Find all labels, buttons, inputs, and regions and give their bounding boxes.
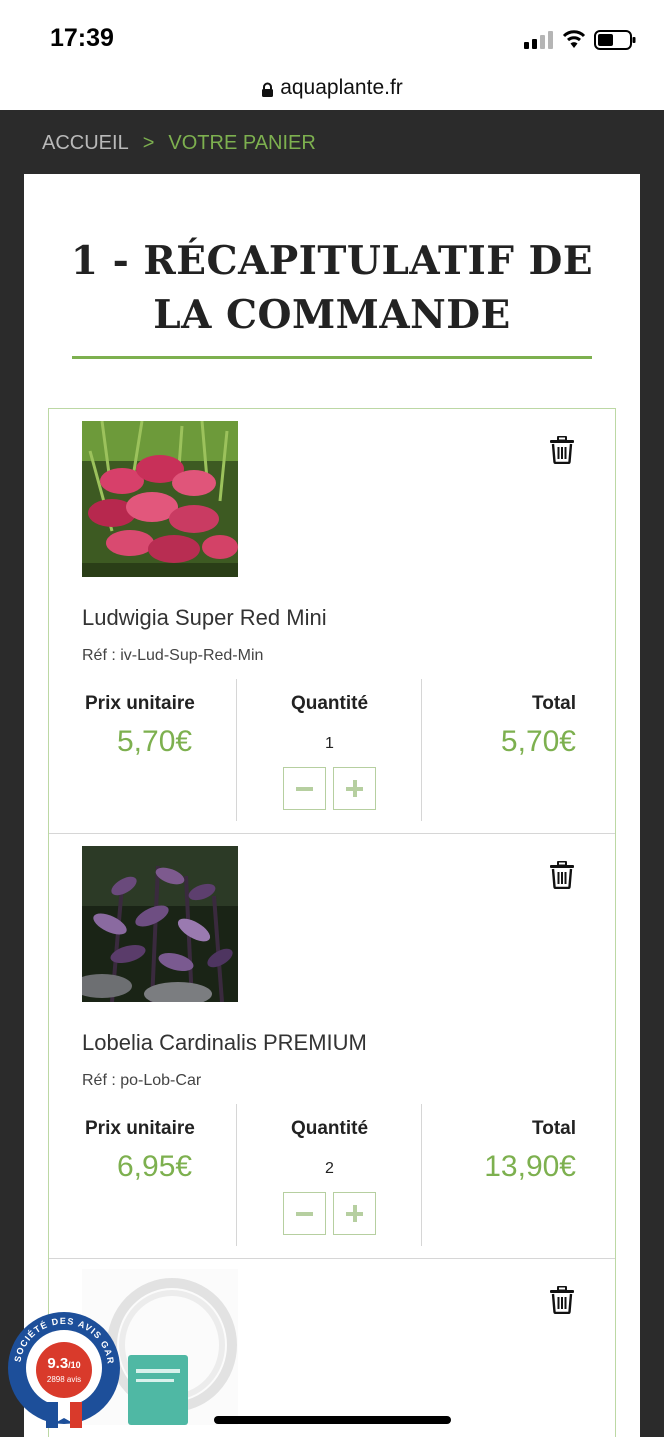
page-title-line-2: LA COMMANDE: [153, 292, 511, 338]
breadcrumb-separator: >: [142, 132, 155, 154]
cart-item: Lobelia Cardinalis PREMIUM Réf : po-Lob-…: [49, 834, 615, 1259]
total-value: 5,70€: [500, 725, 576, 758]
cart-item: [49, 1259, 615, 1437]
status-time: 17:39: [50, 24, 114, 52]
breadcrumb: ACCUEIL > VOTRE PANIER: [42, 132, 316, 155]
total-label: Total: [532, 1118, 576, 1139]
minus-icon: [296, 787, 313, 791]
increase-quantity-button[interactable]: [333, 1192, 376, 1235]
cellular-signal-icon: [524, 31, 554, 49]
product-ref: Réf : po-Lob-Car: [82, 1072, 202, 1089]
product-image[interactable]: [82, 846, 238, 1002]
trash-icon[interactable]: [549, 436, 575, 464]
unit-price-label: Prix unitaire: [85, 693, 195, 714]
increase-quantity-button[interactable]: [333, 767, 376, 810]
total-column: Total 13,90€: [422, 1104, 614, 1246]
decrease-quantity-button[interactable]: [283, 767, 326, 810]
product-name[interactable]: Lobelia Cardinalis PREMIUM: [82, 1030, 367, 1056]
cart-item: Ludwigia Super Red Mini Réf : iv-Lud-Sup…: [49, 409, 615, 834]
quantity-label: Quantité: [290, 693, 369, 714]
lock-icon: [262, 82, 274, 97]
badge-reviews-count: 2898 avis: [47, 1375, 81, 1384]
page-title: 1 - RÉCAPITULATIF DE LA COMMANDE: [24, 234, 640, 342]
decrease-quantity-button[interactable]: [283, 1192, 326, 1235]
unit-price-label: Prix unitaire: [85, 1118, 195, 1139]
page-title-line-1: 1 - RÉCAPITULATIF DE: [70, 238, 594, 284]
wifi-icon: [562, 30, 586, 48]
battery-icon: [594, 30, 636, 50]
unit-price-column: Prix unitaire 6,95€: [49, 1104, 236, 1246]
url-text: aquaplante.fr: [280, 76, 403, 99]
home-indicator[interactable]: [214, 1416, 451, 1424]
quantity-value: 2: [325, 1160, 334, 1177]
total-value: 13,90€: [484, 1150, 576, 1183]
breadcrumb-current: VOTRE PANIER: [168, 132, 316, 154]
quantity-column: Quantité 2: [236, 1104, 422, 1246]
total-column: Total 5,70€: [422, 679, 614, 821]
cart-items-list: Ludwigia Super Red Mini Réf : iv-Lud-Sup…: [48, 408, 616, 1437]
product-ref: Réf : iv-Lud-Sup-Red-Min: [82, 647, 264, 664]
price-row: Prix unitaire 5,70€ Quantité 1 Total 5,7…: [49, 679, 614, 821]
unit-price-column: Prix unitaire 5,70€: [49, 679, 236, 821]
title-divider: [72, 356, 592, 359]
trash-icon[interactable]: [549, 861, 575, 889]
badge-score: 9.3: [47, 1355, 68, 1372]
quantity-label: Quantité: [290, 1118, 369, 1139]
cart-card: 1 - RÉCAPITULATIF DE LA COMMANDE Ludwigi…: [24, 174, 640, 1437]
product-name[interactable]: Ludwigia Super Red Mini: [82, 605, 327, 631]
product-image[interactable]: [82, 421, 238, 577]
minus-icon: [296, 1212, 313, 1216]
badge-score-suffix: /10: [68, 1360, 81, 1370]
address-bar[interactable]: aquaplante.fr: [0, 70, 664, 110]
plus-icon-vertical: [353, 1205, 357, 1222]
trash-icon[interactable]: [549, 1286, 575, 1314]
breadcrumb-home-link[interactable]: ACCUEIL: [42, 132, 129, 154]
red-plant-photo: [82, 421, 238, 577]
plus-icon-vertical: [353, 780, 357, 797]
purple-plant-photo: [82, 846, 238, 1002]
total-label: Total: [532, 693, 576, 714]
unit-price-value: 5,70€: [117, 725, 193, 758]
quantity-column: Quantité 1: [236, 679, 422, 821]
price-row: Prix unitaire 6,95€ Quantité 2 Total 13,…: [49, 1104, 614, 1246]
quantity-value: 1: [325, 735, 334, 752]
status-bar: 17:39: [0, 0, 664, 70]
reviews-badge[interactable]: SOCIÉTÉ DES AVIS GARANTIS 9.3/10 2898 av…: [6, 1310, 122, 1430]
unit-price-value: 6,95€: [117, 1150, 193, 1183]
